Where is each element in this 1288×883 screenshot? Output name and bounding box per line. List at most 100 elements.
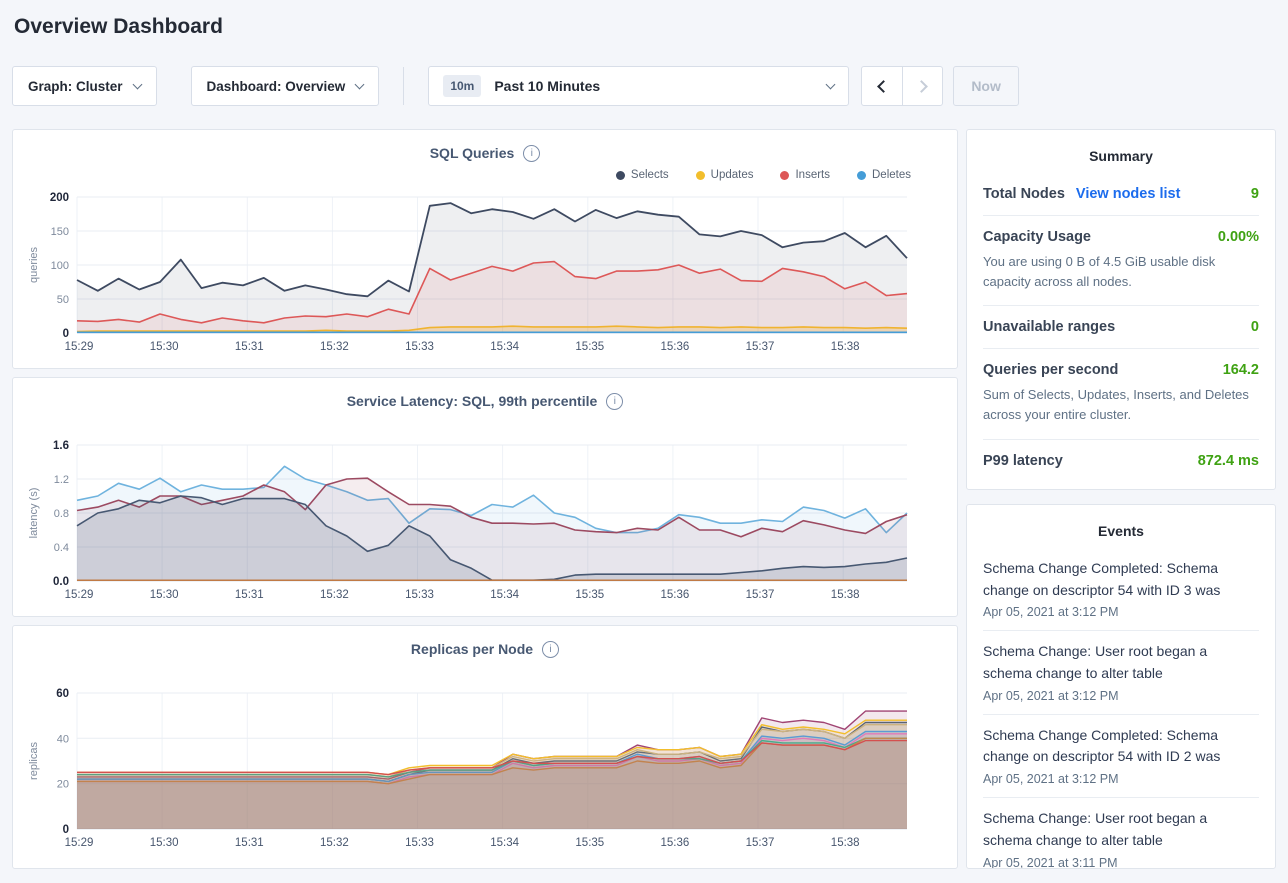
now-button[interactable]: Now bbox=[953, 66, 1019, 106]
event-text: Schema Change Completed: Schema change o… bbox=[983, 725, 1259, 768]
chart-card-service-latency: Service Latency: SQL, 99th percentile i … bbox=[12, 377, 958, 617]
chart-card-replicas-per-node: Replicas per Node i replicas15:2915:3015… bbox=[12, 625, 958, 869]
summary-list: Total Nodes View nodes list 9 Capacity U… bbox=[983, 173, 1259, 482]
svg-text:15:38: 15:38 bbox=[831, 837, 860, 849]
chart-card-sql-queries: SQL Queries i Selects Updates Inserts Delet… bbox=[12, 129, 958, 369]
svg-text:15:30: 15:30 bbox=[150, 589, 179, 601]
summary-item-label: Capacity Usage bbox=[983, 229, 1091, 245]
chevron-down-icon bbox=[132, 79, 142, 89]
svg-text:40: 40 bbox=[57, 733, 69, 745]
svg-text:15:31: 15:31 bbox=[235, 589, 264, 601]
legend-item: Deletes bbox=[857, 169, 911, 181]
event-item[interactable]: Schema Change Completed: Schema change o… bbox=[983, 548, 1259, 631]
side-column: Summary Total Nodes View nodes list 9 bbox=[966, 129, 1276, 869]
summary-panel: Summary Total Nodes View nodes list 9 bbox=[966, 129, 1276, 490]
sql-queries-plot[interactable]: queries15:2915:3015:3115:3215:3315:3415:… bbox=[13, 187, 957, 359]
legend-item: Selects bbox=[616, 169, 669, 181]
svg-text:15:35: 15:35 bbox=[575, 589, 604, 601]
svg-text:1.6: 1.6 bbox=[53, 440, 69, 452]
summary-item-row: Queries per second 164.2 bbox=[983, 362, 1259, 378]
time-range-badge: 10m bbox=[443, 75, 481, 97]
legend-dot-icon bbox=[696, 171, 705, 180]
svg-text:15:34: 15:34 bbox=[490, 341, 519, 353]
info-icon[interactable]: i bbox=[542, 641, 559, 658]
svg-text:15:33: 15:33 bbox=[405, 837, 434, 849]
summary-item-label: P99 latency bbox=[983, 453, 1063, 469]
charts-column: SQL Queries i Selects Updates Inserts Delet… bbox=[12, 129, 958, 869]
legend-item: Inserts bbox=[780, 169, 830, 181]
legend-label: Inserts bbox=[795, 169, 830, 181]
svg-text:0.8: 0.8 bbox=[54, 508, 69, 520]
svg-text:15:34: 15:34 bbox=[490, 837, 519, 849]
chart-legend: Selects Updates Inserts Deletes bbox=[13, 163, 957, 187]
chart-svg[interactable]: latency (s)15:2915:3015:3115:3215:3315:3… bbox=[25, 435, 923, 607]
spacer bbox=[13, 411, 957, 435]
info-icon[interactable]: i bbox=[523, 145, 540, 162]
dashboard-dropdown[interactable]: Dashboard: Overview bbox=[191, 66, 380, 106]
svg-text:0: 0 bbox=[63, 328, 69, 340]
legend-label: Selects bbox=[631, 169, 669, 181]
summary-item-value: 0 bbox=[1251, 319, 1259, 335]
svg-text:15:32: 15:32 bbox=[320, 589, 349, 601]
summary-item-row: Capacity Usage 0.00% bbox=[983, 229, 1259, 245]
svg-text:50: 50 bbox=[57, 294, 69, 306]
chart-title: Replicas per Node bbox=[411, 641, 533, 657]
graph-dropdown-label: Graph: Cluster bbox=[28, 79, 123, 94]
chart-title: Service Latency: SQL, 99th percentile bbox=[347, 393, 598, 409]
legend-label: Updates bbox=[711, 169, 754, 181]
event-item[interactable]: Schema Change Completed: Schema change o… bbox=[983, 715, 1259, 798]
summary-item-value: 164.2 bbox=[1223, 362, 1259, 378]
view-nodes-link[interactable]: View nodes list bbox=[1076, 186, 1181, 202]
summary-item-subtext: You are using 0 B of 4.5 GiB usable disk… bbox=[983, 252, 1259, 292]
replicas-per-node-plot[interactable]: replicas15:2915:3015:3115:3215:3315:3415… bbox=[13, 683, 957, 855]
svg-text:15:29: 15:29 bbox=[65, 341, 94, 353]
svg-text:15:36: 15:36 bbox=[661, 341, 690, 353]
time-range-selector[interactable]: 10m Past 10 Minutes bbox=[428, 66, 849, 106]
service-latency-plot[interactable]: latency (s)15:2915:3015:3115:3215:3315:3… bbox=[13, 435, 957, 607]
svg-text:15:37: 15:37 bbox=[746, 837, 775, 849]
chevron-down-icon bbox=[826, 79, 836, 89]
event-text: Schema Change: User root began a schema … bbox=[983, 808, 1259, 851]
chart-title: SQL Queries bbox=[430, 145, 515, 161]
chart-header: SQL Queries i bbox=[13, 143, 957, 163]
time-back-button[interactable] bbox=[862, 67, 902, 105]
summary-title: Summary bbox=[983, 148, 1259, 164]
page-title: Overview Dashboard bbox=[14, 15, 1276, 39]
svg-text:150: 150 bbox=[51, 226, 69, 238]
svg-text:15:32: 15:32 bbox=[320, 837, 349, 849]
svg-text:queries: queries bbox=[28, 246, 40, 283]
controls-bar: Graph: Cluster Dashboard: Overview 10m P… bbox=[12, 66, 1276, 106]
svg-text:15:29: 15:29 bbox=[65, 837, 94, 849]
chart-header: Replicas per Node i bbox=[13, 639, 957, 659]
graph-dropdown[interactable]: Graph: Cluster bbox=[12, 66, 157, 106]
summary-item-label: Total Nodes bbox=[983, 186, 1065, 202]
event-timestamp: Apr 05, 2021 at 3:12 PM bbox=[983, 605, 1259, 619]
legend-dot-icon bbox=[616, 171, 625, 180]
svg-text:15:30: 15:30 bbox=[150, 837, 179, 849]
chart-svg[interactable]: replicas15:2915:3015:3115:3215:3315:3415… bbox=[25, 683, 923, 855]
events-title: Events bbox=[983, 523, 1259, 539]
summary-item: Total Nodes View nodes list 9 bbox=[983, 173, 1259, 216]
event-item[interactable]: Schema Change: User root began a schema … bbox=[983, 798, 1259, 869]
event-timestamp: Apr 05, 2021 at 3:11 PM bbox=[983, 856, 1259, 870]
svg-text:1.2: 1.2 bbox=[54, 474, 69, 486]
summary-item-row: P99 latency 872.4 ms bbox=[983, 453, 1259, 469]
time-forward-button[interactable] bbox=[902, 67, 942, 105]
svg-text:15:31: 15:31 bbox=[235, 341, 264, 353]
legend-item: Updates bbox=[696, 169, 754, 181]
summary-item: Capacity Usage 0.00% You are using 0 B o… bbox=[983, 216, 1259, 306]
summary-item: Unavailable ranges 0 bbox=[983, 306, 1259, 349]
svg-text:15:30: 15:30 bbox=[150, 341, 179, 353]
chart-svg[interactable]: queries15:2915:3015:3115:3215:3315:3415:… bbox=[25, 187, 923, 359]
summary-item-value: 872.4 ms bbox=[1198, 453, 1259, 469]
svg-text:60: 60 bbox=[56, 688, 69, 700]
legend-dot-icon bbox=[780, 171, 789, 180]
summary-item: Queries per second 164.2 Sum of Selects,… bbox=[983, 349, 1259, 439]
svg-text:latency (s): latency (s) bbox=[28, 488, 40, 539]
svg-text:0.4: 0.4 bbox=[54, 542, 69, 554]
svg-text:20: 20 bbox=[57, 779, 69, 791]
dashboard-dropdown-label: Dashboard: Overview bbox=[207, 79, 346, 94]
event-item[interactable]: Schema Change: User root began a schema … bbox=[983, 631, 1259, 714]
info-icon[interactable]: i bbox=[606, 393, 623, 410]
vertical-divider bbox=[403, 67, 404, 105]
